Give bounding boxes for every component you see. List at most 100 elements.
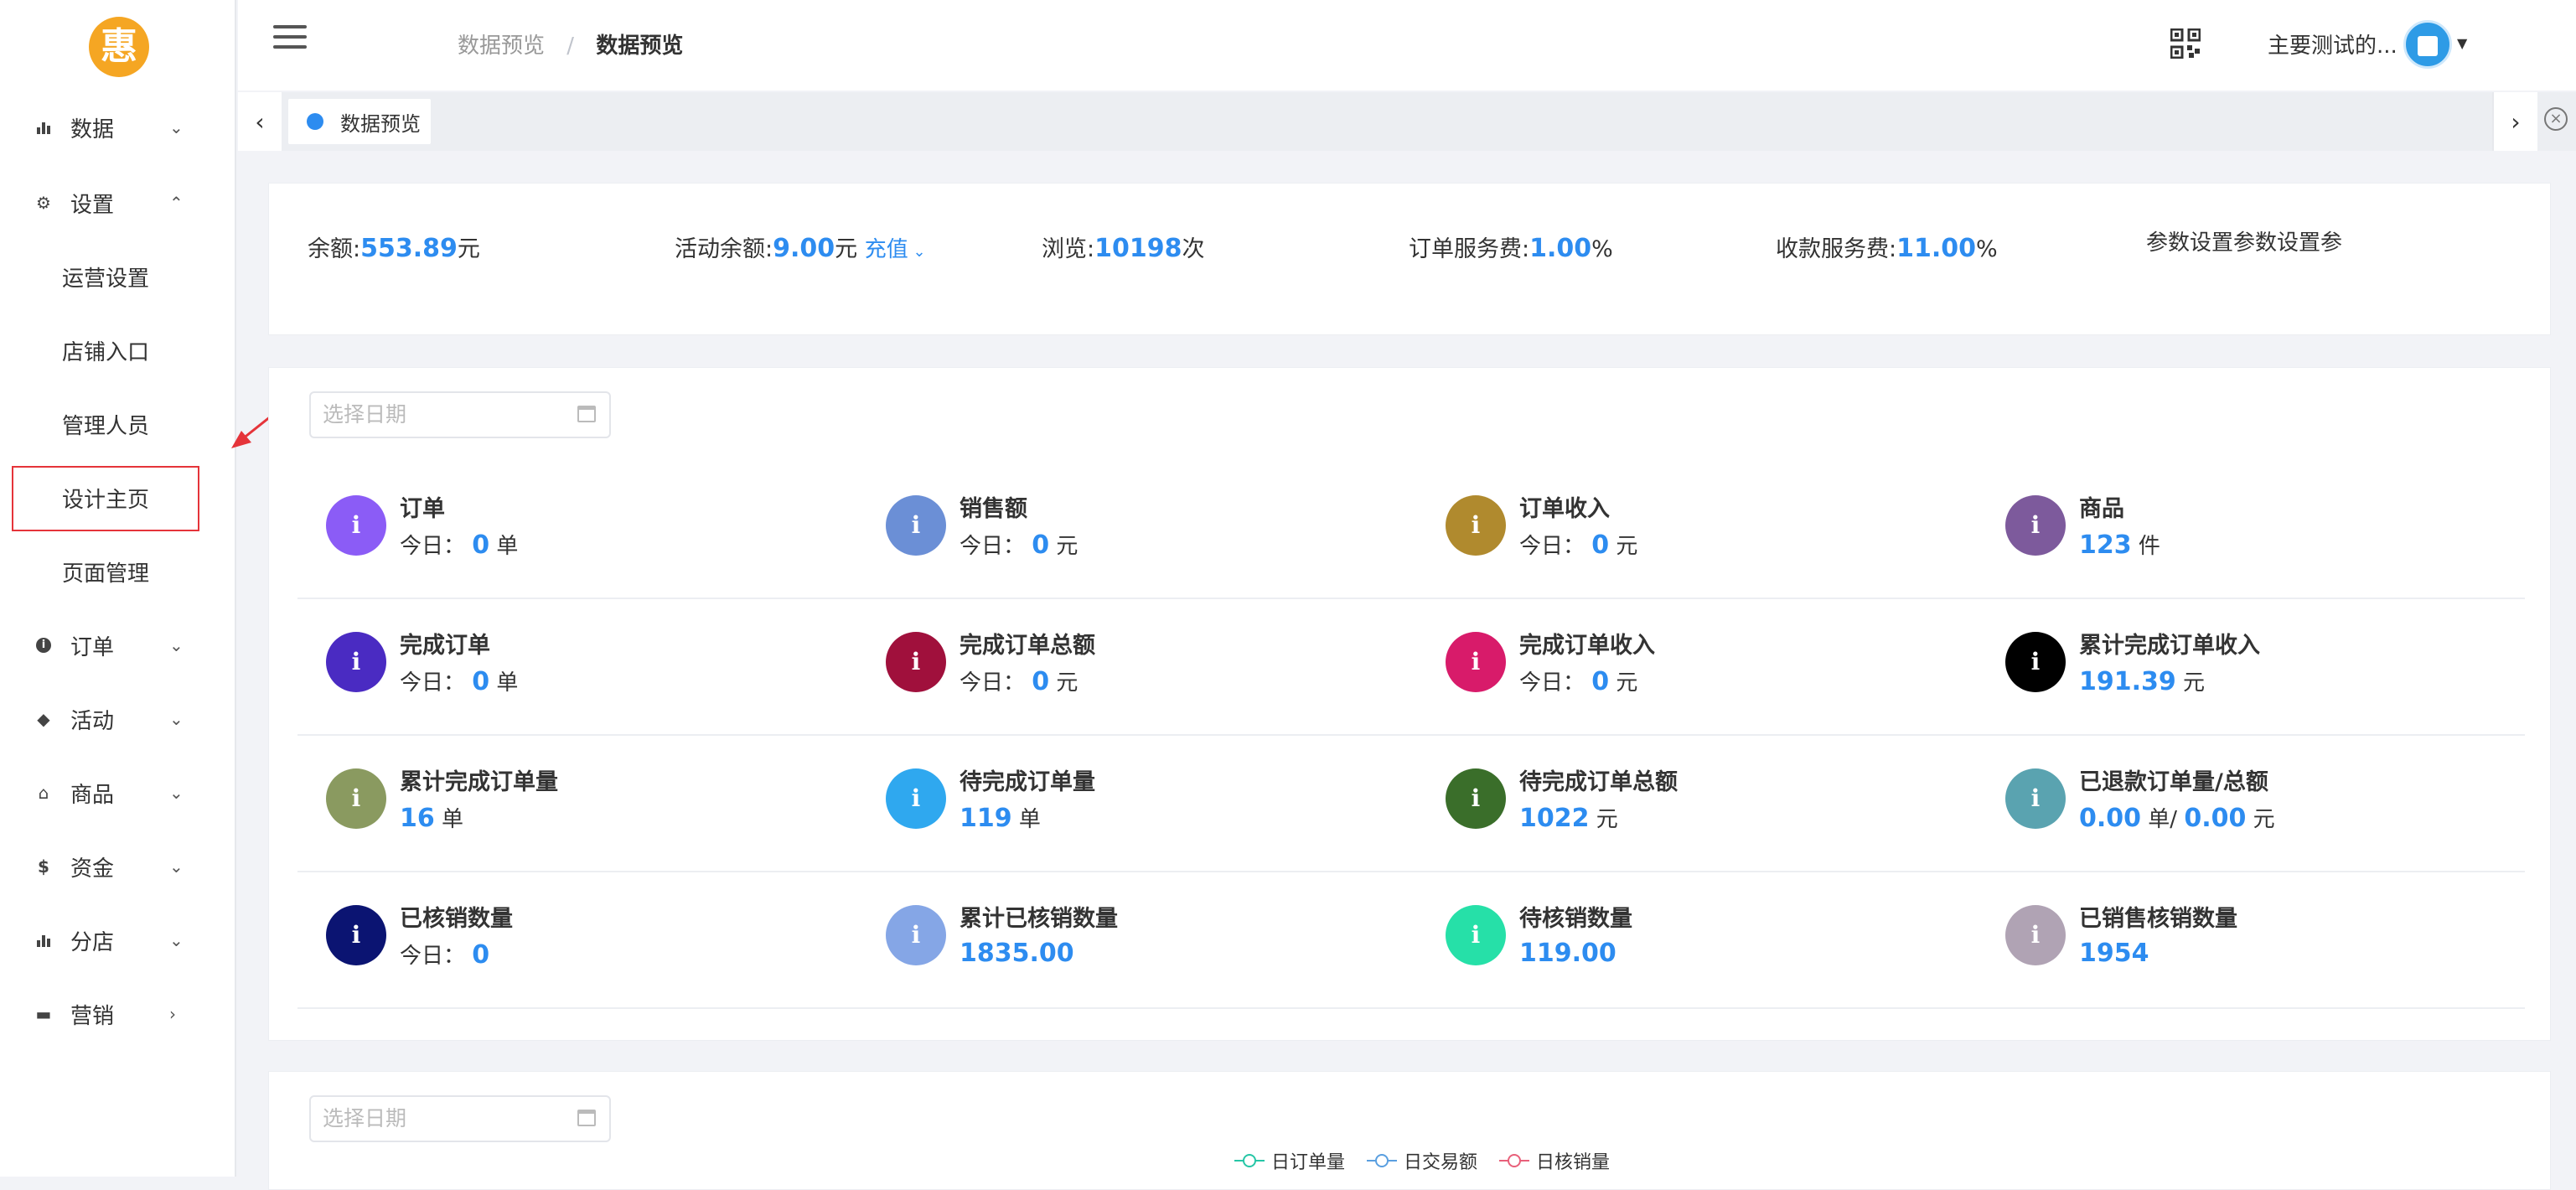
breadcrumb: 数据预览 / 数据预览 bbox=[458, 28, 683, 60]
avatar[interactable] bbox=[2403, 20, 2452, 69]
tab-prev-button[interactable]: ‹ bbox=[238, 92, 282, 151]
sidebar-item-label: 设置 bbox=[70, 192, 115, 218]
metric-value-line: 1835.00 bbox=[960, 939, 1074, 968]
sidebar-item-branch[interactable]: 分店 ⌄ bbox=[0, 903, 236, 977]
stat-label: 订单服务费: bbox=[1409, 236, 1530, 262]
chart-legend: 日订单量 日交易额 日核销量 bbox=[1234, 1147, 1610, 1174]
metric-value: 119 bbox=[960, 804, 1012, 833]
sidebar-subitem-label: 运营设置 bbox=[62, 266, 150, 292]
metric-value-line: 今日： 0 单 bbox=[400, 665, 518, 696]
sidebar-item-orders[interactable]: i 订单 ⌄ bbox=[0, 608, 236, 682]
sidebar-item-settings[interactable]: ⚙ 设置 ⌃ bbox=[0, 166, 236, 240]
info-icon: i bbox=[1446, 905, 1506, 965]
info-icon: i bbox=[2005, 905, 2066, 965]
metric-unit: 单 bbox=[442, 807, 464, 832]
breadcrumb-item[interactable]: 数据预览 bbox=[458, 34, 545, 59]
close-icon[interactable]: × bbox=[2544, 107, 2568, 131]
legend-item-daily-orders[interactable]: 日订单量 bbox=[1234, 1147, 1345, 1174]
tab-next-button[interactable]: › bbox=[2492, 92, 2537, 151]
metric-prefix: 今日： bbox=[960, 534, 1026, 559]
date-picker-input[interactable]: 选择日期 bbox=[309, 391, 611, 438]
active-dot-icon bbox=[307, 113, 323, 130]
metric-prefix: 今日： bbox=[960, 670, 1026, 696]
sidebar-item-funds[interactable]: $ 资金 ⌄ bbox=[0, 830, 236, 903]
metric-value: 123 bbox=[2079, 530, 2132, 560]
info-icon: i bbox=[326, 768, 386, 829]
stat-value: 553.89 bbox=[360, 234, 458, 263]
metric-value-line: 今日： 0 元 bbox=[1519, 529, 1637, 560]
sidebar-item-activity[interactable]: ◆ 活动 ⌄ bbox=[0, 682, 236, 756]
metric-title: 订单 bbox=[400, 496, 445, 522]
legend-item-daily-writeoff[interactable]: 日核销量 bbox=[1499, 1147, 1610, 1174]
sidebar-item-marketing[interactable]: ▬ 营销 › bbox=[0, 977, 236, 1051]
metric-value-line: 123 件 bbox=[2079, 529, 2160, 560]
sidebar-subitem-operation-settings[interactable]: 运营设置 bbox=[0, 240, 236, 313]
info-icon: i bbox=[1446, 495, 1506, 556]
tab-label: 数据预览 bbox=[340, 111, 421, 136]
chevron-down-icon: ⌄ bbox=[169, 783, 184, 803]
metric-value: 16 bbox=[400, 804, 435, 833]
metric-value: 0 bbox=[472, 530, 490, 560]
legend-item-daily-sales[interactable]: 日交易额 bbox=[1367, 1147, 1477, 1174]
metric-value-line: 今日： 0 bbox=[400, 939, 489, 970]
sidebar-item-data[interactable]: 数据 ⌄ bbox=[0, 91, 236, 164]
metric-unit: 元 bbox=[1616, 534, 1638, 559]
metric-title: 待核销数量 bbox=[1519, 906, 1632, 932]
caret-down-icon[interactable]: ▼ bbox=[2457, 35, 2467, 51]
metric-value-line: 119 单 bbox=[960, 802, 1041, 833]
info-icon: i bbox=[886, 905, 946, 965]
user-name[interactable]: 主要测试的... bbox=[2268, 28, 2398, 60]
metric-unit: 件 bbox=[2138, 534, 2160, 559]
collect-fee-stat: 收款服务费:11.00% bbox=[1776, 230, 1998, 263]
recharge-link[interactable]: 充值 ⌄ bbox=[865, 237, 926, 262]
info-icon: i bbox=[2005, 632, 2066, 692]
stat-label: 浏览: bbox=[1042, 236, 1095, 262]
info-icon: i bbox=[2005, 768, 2066, 829]
stat-unit: 元 bbox=[835, 236, 858, 262]
legend-label: 日交易额 bbox=[1404, 1152, 1478, 1173]
stat-label: 活动余额: bbox=[675, 236, 773, 262]
metric-title: 销售额 bbox=[960, 496, 1027, 522]
metric-prefix: 今日： bbox=[1519, 534, 1585, 559]
info-icon: i bbox=[886, 768, 946, 829]
metric-value: 0 bbox=[1591, 667, 1610, 696]
sidebar-subitem-design-home[interactable]: 设计主页 bbox=[0, 461, 236, 535]
sidebar-subitem-label: 设计主页 bbox=[62, 487, 150, 513]
metric-unit-2: 元 bbox=[2253, 807, 2275, 832]
info-icon: i bbox=[326, 632, 386, 692]
tab-data-preview[interactable]: 数据预览 bbox=[288, 99, 431, 144]
logo[interactable]: 惠 bbox=[89, 17, 149, 77]
menu-icon[interactable] bbox=[273, 25, 307, 50]
chart-date-picker-input[interactable]: 选择日期 bbox=[309, 1095, 611, 1142]
chevron-down-icon: ⌄ bbox=[169, 117, 184, 137]
metric-item: i 已退款订单量/总额 0.00 单/ 0.00 元 bbox=[1977, 735, 2530, 871]
sidebar-subitem-page-management[interactable]: 页面管理 bbox=[0, 535, 236, 608]
info-icon: i bbox=[34, 635, 54, 655]
sidebar-subitem-store-entry[interactable]: 店铺入口 bbox=[0, 313, 236, 387]
metric-value: 119.00 bbox=[1519, 939, 1616, 968]
tab-bar: ‹ 数据预览 › × bbox=[238, 92, 2576, 151]
metric-unit: 单 bbox=[496, 670, 519, 696]
metric-value-line: 191.39 元 bbox=[2079, 665, 2205, 696]
metric-item: i 待核销数量 119.00 bbox=[1417, 872, 1970, 1007]
metric-item: i 完成订单总额 今日： 0 元 bbox=[857, 598, 1410, 734]
metric-item: i 完成订单 今日： 0 单 bbox=[297, 598, 851, 734]
metric-value: 0 bbox=[1032, 530, 1050, 560]
recharge-label: 充值 bbox=[864, 237, 908, 262]
sidebar-item-label: 订单 bbox=[70, 634, 115, 660]
stat-value: 9.00 bbox=[773, 234, 835, 263]
metric-item: i 完成订单收入 今日： 0 元 bbox=[1417, 598, 1970, 734]
stat-value: 10198 bbox=[1094, 234, 1182, 263]
sidebar-item-goods[interactable]: ⌂ 商品 ⌄ bbox=[0, 756, 236, 830]
metric-value: 0 bbox=[1032, 667, 1050, 696]
sidebar-subitem-managers[interactable]: 管理人员 bbox=[0, 387, 236, 461]
metric-unit: 元 bbox=[1616, 670, 1638, 696]
metric-value: 0 bbox=[472, 940, 490, 970]
metric-title: 完成订单总额 bbox=[960, 633, 1095, 659]
sidebar-item-label: 活动 bbox=[70, 708, 115, 734]
date-placeholder: 选择日期 bbox=[323, 1106, 407, 1130]
metric-value-line: 1022 元 bbox=[1519, 802, 1618, 833]
metric-value-line: 0.00 单/ 0.00 元 bbox=[2079, 802, 2275, 833]
qr-code-icon[interactable] bbox=[2170, 28, 2201, 59]
metric-title: 完成订单收入 bbox=[1519, 633, 1655, 659]
